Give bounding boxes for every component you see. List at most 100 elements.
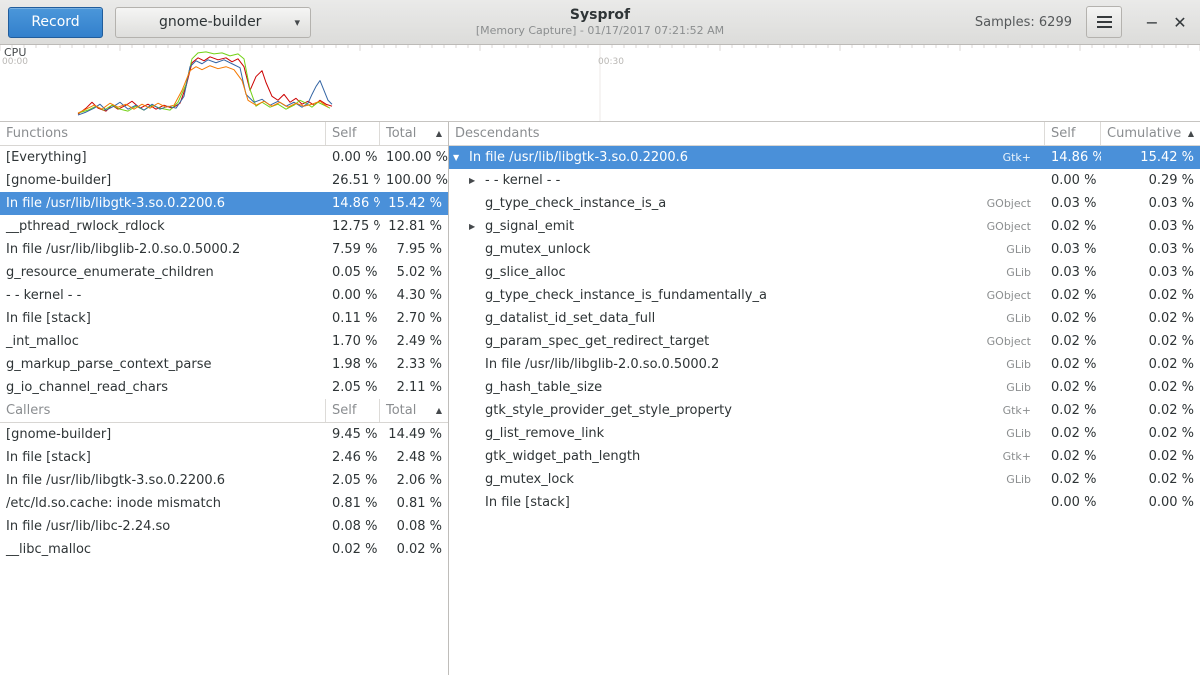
- row-cumulative-percent: 0.02 %: [1101, 334, 1200, 349]
- row-self-percent: 0.81 %: [326, 496, 380, 511]
- callers-row[interactable]: In file /usr/lib/libc-2.24.so0.08 %0.08 …: [0, 515, 448, 538]
- column-header-callers[interactable]: Callers: [0, 399, 326, 422]
- row-cumulative-percent: 0.02 %: [1101, 357, 1200, 372]
- callers-row[interactable]: __libc_malloc0.02 %0.02 %: [0, 538, 448, 561]
- row-descendant-name-cell: In file [stack]: [449, 495, 1045, 510]
- target-selector-dropdown[interactable]: gnome-builder ▾: [115, 7, 311, 38]
- row-cumulative-percent: 0.02 %: [1101, 472, 1200, 487]
- row-descendant-name-cell: gtk_widget_path_lengthGtk+: [449, 449, 1045, 464]
- row-cumulative-percent: 0.00 %: [1101, 495, 1200, 510]
- descendants-row[interactable]: ▼In file /usr/lib/libgtk-3.so.0.2200.6Gt…: [449, 146, 1200, 169]
- row-library-badge: GObject: [987, 197, 1039, 210]
- row-cumulative-percent: 0.03 %: [1101, 265, 1200, 280]
- row-descendant-name: In file /usr/lib/libgtk-3.so.0.2200.6: [469, 150, 688, 165]
- row-function-name: [Everything]: [0, 150, 326, 165]
- column-header-total[interactable]: Total ▲: [380, 122, 448, 145]
- row-library-badge: GLib: [1006, 381, 1039, 394]
- target-selector-label: gnome-builder: [126, 14, 294, 30]
- menu-button[interactable]: [1086, 6, 1122, 38]
- column-header-descendants[interactable]: Descendants: [449, 122, 1045, 145]
- descendants-row[interactable]: g_list_remove_linkGLib0.02 %0.02 %: [449, 422, 1200, 445]
- row-descendant-name-cell: In file /usr/lib/libglib-2.0.so.0.5000.2…: [449, 357, 1045, 372]
- row-self-percent: 2.05 %: [326, 473, 380, 488]
- functions-row[interactable]: g_io_channel_read_chars2.05 %2.11 %: [0, 376, 448, 399]
- descendants-row[interactable]: g_mutex_unlockGLib0.03 %0.03 %: [449, 238, 1200, 261]
- row-descendant-name: g_datalist_id_set_data_full: [485, 311, 655, 326]
- functions-row[interactable]: In file /usr/lib/libgtk-3.so.0.2200.614.…: [0, 192, 448, 215]
- row-self-percent: 14.86 %: [1045, 150, 1101, 165]
- cpu-timeline[interactable]: CPU 00:0000:30: [0, 45, 1200, 122]
- expander-closed-icon[interactable]: ▶: [469, 215, 485, 238]
- main-content: Functions Self Total ▲ [Everything]0.00 …: [0, 122, 1200, 675]
- descendants-row[interactable]: In file [stack]0.00 %0.00 %: [449, 491, 1200, 514]
- row-library-badge: GObject: [987, 289, 1039, 302]
- functions-row[interactable]: [Everything]0.00 %100.00 %: [0, 146, 448, 169]
- expander-open-icon[interactable]: ▼: [453, 146, 469, 169]
- column-header-total-label: Total: [386, 126, 416, 141]
- record-button[interactable]: Record: [8, 7, 103, 38]
- descendants-row[interactable]: gtk_style_provider_get_style_propertyGtk…: [449, 399, 1200, 422]
- row-self-percent: 0.02 %: [1045, 449, 1101, 464]
- row-total-percent: 2.33 %: [380, 357, 448, 372]
- descendants-row[interactable]: g_hash_table_sizeGLib0.02 %0.02 %: [449, 376, 1200, 399]
- row-total-percent: 0.08 %: [380, 519, 448, 534]
- descendants-row[interactable]: g_type_check_instance_is_fundamentally_a…: [449, 284, 1200, 307]
- row-cumulative-percent: 0.02 %: [1101, 311, 1200, 326]
- row-self-percent: 0.00 %: [326, 288, 380, 303]
- row-total-percent: 12.81 %: [380, 219, 448, 234]
- column-header-self[interactable]: Self: [326, 122, 380, 145]
- row-self-percent: 0.11 %: [326, 311, 380, 326]
- column-header-cumulative[interactable]: Cumulative ▲: [1101, 122, 1200, 145]
- row-descendant-name-cell: ▼In file /usr/lib/libgtk-3.so.0.2200.6Gt…: [449, 146, 1045, 169]
- expander-closed-icon[interactable]: ▶: [469, 169, 485, 192]
- callers-row[interactable]: /etc/ld.so.cache: inode mismatch0.81 %0.…: [0, 492, 448, 515]
- row-cumulative-percent: 0.02 %: [1101, 449, 1200, 464]
- column-header-self[interactable]: Self: [326, 399, 380, 422]
- callers-row[interactable]: [gnome-builder]9.45 %14.49 %: [0, 423, 448, 446]
- row-self-percent: 0.00 %: [1045, 173, 1101, 188]
- callers-row[interactable]: In file /usr/lib/libgtk-3.so.0.2200.62.0…: [0, 469, 448, 492]
- row-descendant-name-cell: g_param_spec_get_redirect_targetGObject: [449, 334, 1045, 349]
- column-header-functions[interactable]: Functions: [0, 122, 326, 145]
- descendants-row[interactable]: ▶g_signal_emitGObject0.02 %0.03 %: [449, 215, 1200, 238]
- row-descendant-name: - - kernel - -: [485, 173, 560, 188]
- row-self-percent: 2.46 %: [326, 450, 380, 465]
- row-descendant-name: gtk_widget_path_length: [485, 449, 640, 464]
- close-button[interactable]: ✕: [1166, 8, 1194, 36]
- descendants-row[interactable]: In file /usr/lib/libglib-2.0.so.0.5000.2…: [449, 353, 1200, 376]
- functions-row[interactable]: In file [stack]0.11 %2.70 %: [0, 307, 448, 330]
- row-descendant-name-cell: g_list_remove_linkGLib: [449, 426, 1045, 441]
- row-descendant-name: g_param_spec_get_redirect_target: [485, 334, 709, 349]
- row-descendant-name-cell: g_type_check_instance_is_aGObject: [449, 196, 1045, 211]
- row-function-name: g_resource_enumerate_children: [0, 265, 326, 280]
- descendants-row[interactable]: g_slice_allocGLib0.03 %0.03 %: [449, 261, 1200, 284]
- row-total-percent: 100.00 %: [380, 173, 448, 188]
- callers-row[interactable]: In file [stack]2.46 %2.48 %: [0, 446, 448, 469]
- row-cumulative-percent: 0.02 %: [1101, 288, 1200, 303]
- functions-row[interactable]: g_resource_enumerate_children0.05 %5.02 …: [0, 261, 448, 284]
- functions-row[interactable]: In file /usr/lib/libglib-2.0.so.0.5000.2…: [0, 238, 448, 261]
- column-header-cumulative-label: Cumulative: [1107, 126, 1181, 141]
- row-function-name: In file [stack]: [0, 450, 326, 465]
- column-header-total[interactable]: Total ▲: [380, 399, 448, 422]
- functions-row[interactable]: _int_malloc1.70 %2.49 %: [0, 330, 448, 353]
- functions-row[interactable]: __pthread_rwlock_rdlock12.75 %12.81 %: [0, 215, 448, 238]
- row-descendant-name: g_signal_emit: [485, 219, 574, 234]
- descendants-row[interactable]: g_param_spec_get_redirect_targetGObject 0…: [449, 330, 1200, 353]
- descendants-row[interactable]: g_datalist_id_set_data_fullGLib0.02 %0.0…: [449, 307, 1200, 330]
- column-header-self[interactable]: Self: [1045, 122, 1101, 145]
- row-self-percent: 1.70 %: [326, 334, 380, 349]
- descendants-row[interactable]: g_mutex_lockGLib0.02 %0.02 %: [449, 468, 1200, 491]
- descendants-row[interactable]: ▶- - kernel - -0.00 %0.29 %: [449, 169, 1200, 192]
- row-function-name: __pthread_rwlock_rdlock: [0, 219, 326, 234]
- functions-row[interactable]: g_markup_parse_context_parse1.98 %2.33 %: [0, 353, 448, 376]
- functions-row[interactable]: [gnome-builder]26.51 %100.00 %: [0, 169, 448, 192]
- time-tick-label: 00:30: [598, 57, 624, 67]
- functions-row[interactable]: - - kernel - -0.00 %4.30 %: [0, 284, 448, 307]
- titlebar-right: Samples: 6299 − ✕: [975, 6, 1194, 38]
- row-descendant-name-cell: g_slice_allocGLib: [449, 265, 1045, 280]
- left-pane: Functions Self Total ▲ [Everything]0.00 …: [0, 122, 449, 675]
- descendants-row[interactable]: g_type_check_instance_is_aGObject0.03 %0…: [449, 192, 1200, 215]
- descendants-row[interactable]: gtk_widget_path_lengthGtk+0.02 %0.02 %: [449, 445, 1200, 468]
- minimize-button[interactable]: −: [1138, 8, 1166, 36]
